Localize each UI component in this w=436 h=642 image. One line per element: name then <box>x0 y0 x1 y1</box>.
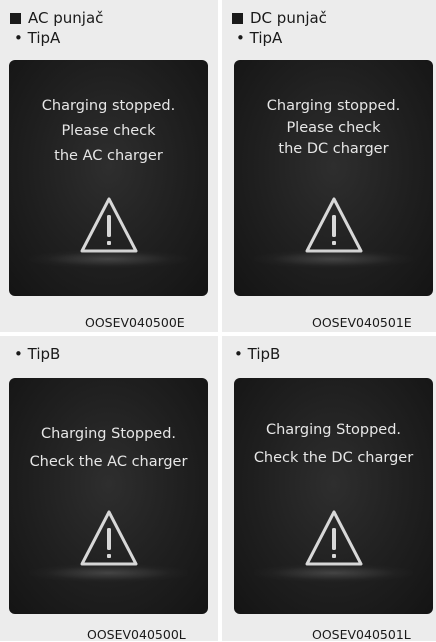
charger-display-screen: Charging stopped. Please check the AC ch… <box>9 60 208 296</box>
message-line-2: Check the DC charger <box>253 450 414 466</box>
square-bullet-icon <box>232 12 243 24</box>
panel-ac-tipa: AC punjač • TipA Charging stopped. Pleas… <box>0 0 218 332</box>
tip-label: • TipA <box>236 29 283 47</box>
message-line-1: Charging Stopped. <box>40 426 177 442</box>
message-line-1: Charging Stopped. <box>265 422 402 438</box>
screen-reflection <box>29 564 188 582</box>
message-line-2: Please check <box>61 123 156 139</box>
figure-code: OOSEV040501E <box>312 315 412 330</box>
message-line-2: Check the AC charger <box>29 454 188 470</box>
warning-triangle-icon <box>305 510 362 566</box>
figure-code: OOSEV040500E <box>85 315 185 330</box>
charger-display-screen: Charging stopped. Please check the DC ch… <box>234 60 433 296</box>
square-bullet-icon <box>10 12 21 24</box>
charger-display-screen: Charging Stopped. Check the DC charger <box>234 378 433 614</box>
section-title-dc: DC punjač <box>232 9 327 27</box>
screen-reflection <box>254 250 413 268</box>
screen-reflection <box>254 564 413 582</box>
warning-triangle-icon <box>80 510 137 566</box>
figure-code: OOSEV040500L <box>87 627 186 642</box>
tip-label: • TipB <box>14 345 61 363</box>
charger-display-screen: Charging Stopped. Check the AC charger <box>9 378 208 614</box>
warning-triangle-icon <box>305 197 362 253</box>
panel-dc-tipb: • TipB Charging Stopped. Check the DC ch… <box>222 336 436 642</box>
section-title-ac-text: AC punjač <box>28 9 104 27</box>
section-title-ac: AC punjač <box>10 9 103 27</box>
message-line-3: the AC charger <box>54 148 163 164</box>
warning-triangle-icon <box>80 197 137 253</box>
screen-reflection <box>29 250 188 268</box>
tip-label: • TipA <box>14 29 61 47</box>
panel-dc-tipa: DC punjač • TipA Charging stopped. Pleas… <box>222 0 436 332</box>
figure-code: OOSEV040501L <box>312 627 411 642</box>
section-title-dc-text: DC punjač <box>250 9 327 27</box>
tip-label: • TipB <box>234 345 281 363</box>
message-line-3: the DC charger <box>278 141 389 157</box>
message-line-1: Charging stopped. <box>41 98 176 114</box>
panel-ac-tipb: • TipB Charging Stopped. Check the AC ch… <box>0 336 218 642</box>
